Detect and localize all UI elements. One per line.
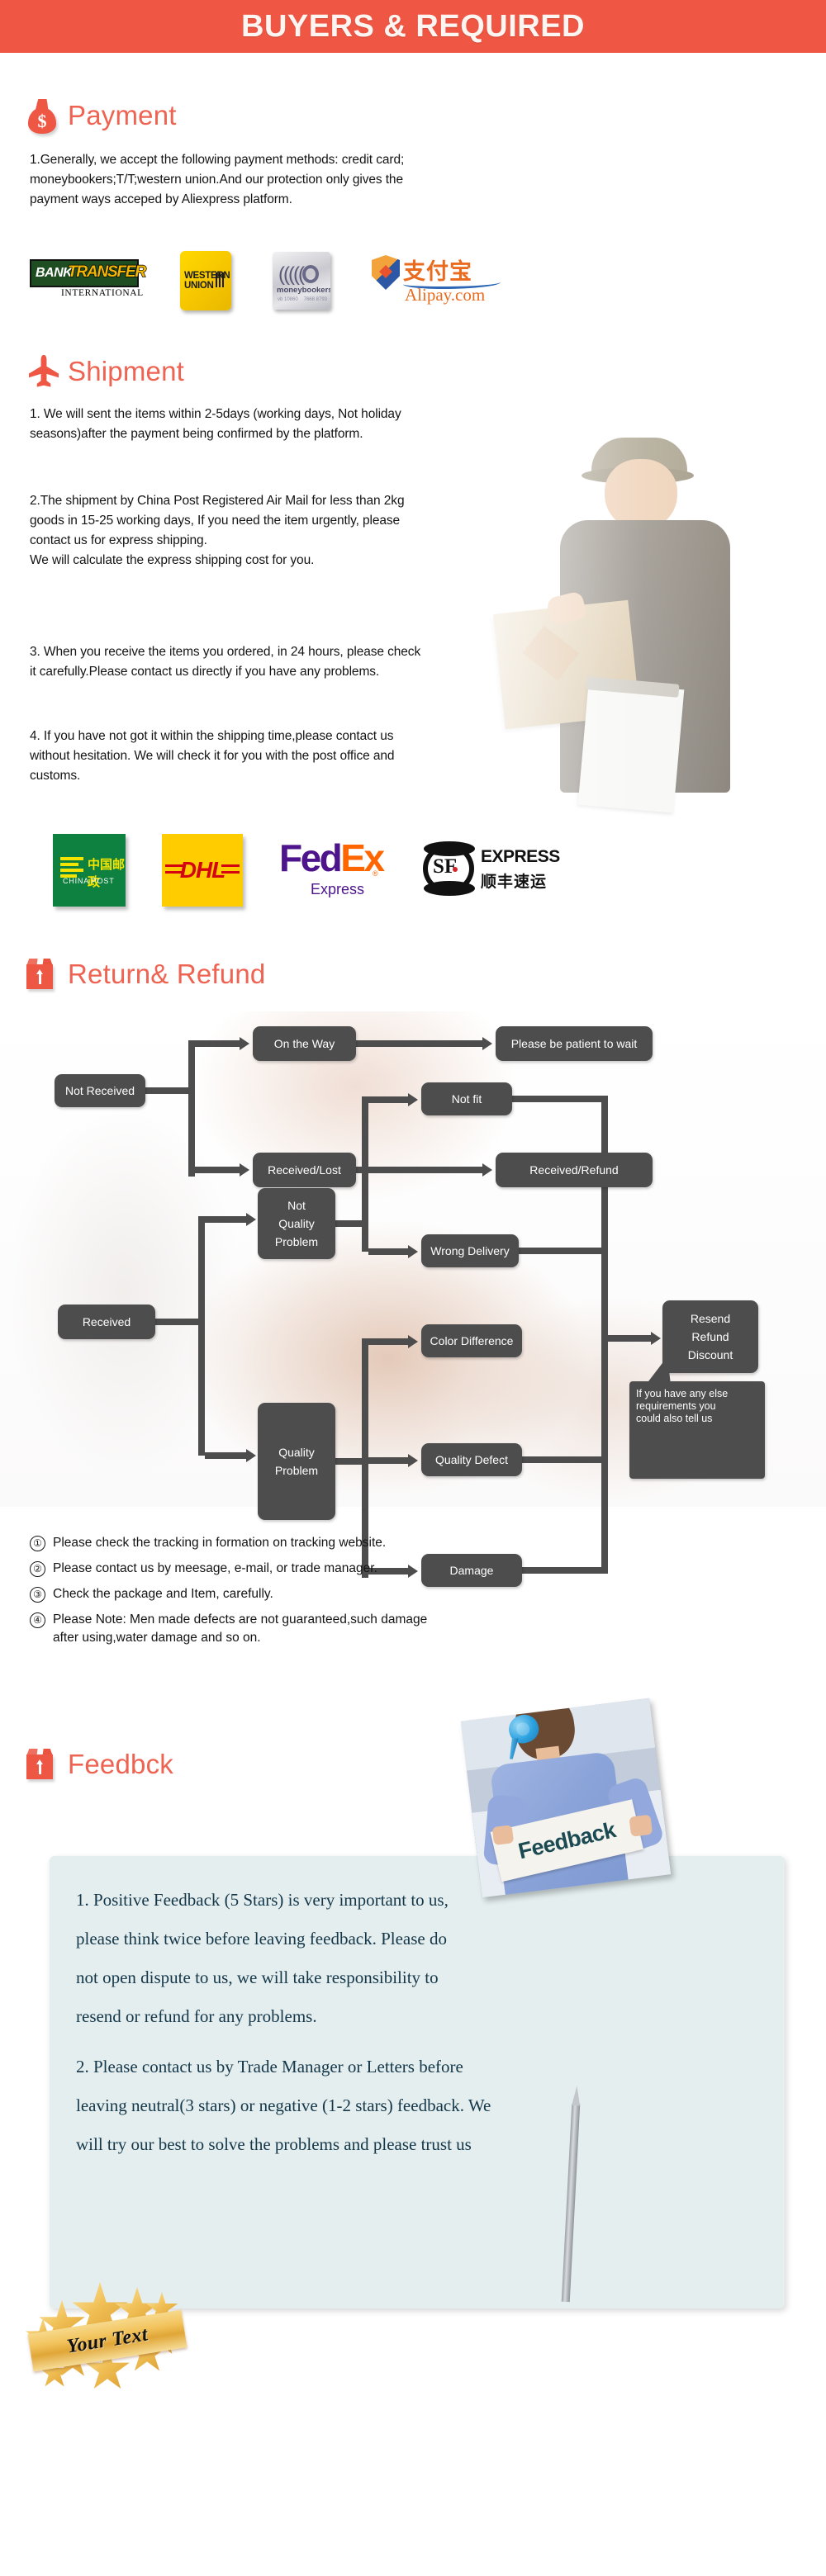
list-item: ① Please check the tracking in formation… [30,1534,790,1552]
flow-arrow-to-quality-defect [368,1454,418,1467]
box-icon [25,1746,58,1783]
moneybookers-small-right: 7668 8793 [303,297,327,302]
box-icon [25,956,58,992]
moneybookers-ring-icon [302,265,319,283]
shipment-paragraph-2: 2.The shipment by China Post Registered … [30,494,405,567]
shipping-logos: 中国邮政 CHINA POST DHL FedEx ® Express SF E… [53,832,560,908]
logo-dhl: DHL [162,834,243,907]
alipay-domain-word: Alipay.com [405,285,486,305]
flow-node-quality-problem: Quality Problem [258,1403,335,1520]
note-number-4: ④ [30,1612,45,1628]
flow-node-not-received: Not Received [55,1074,145,1107]
page-title: BUYERS & REQUIRED [241,8,585,44]
transfer-word: TRANSFER [67,263,146,281]
flow-arrow-to-color-difference [368,1335,418,1348]
dhl-word: DHL [179,857,226,883]
feedback-photo: Feedback [460,1698,672,1898]
flow-arrow-to-not-fit [368,1093,418,1106]
international-word: INTERNATIONAL [61,288,144,298]
flow-node-not-quality-problem: Not Quality Problem [258,1188,335,1259]
flow-node-not-fit: Not fit [421,1082,512,1115]
flow-arrow-to-received-lost [195,1163,249,1177]
flow-node-resend-refund-discount: Resend Refund Discount [662,1300,758,1373]
flow-node-received-lost: Received/Lost [253,1153,356,1187]
your-text-badge: Your Text [25,2280,190,2396]
flow-node-quality-defect: Quality Defect [421,1443,522,1476]
list-item: ② Please contact us by meesage, e-mail, … [30,1560,790,1578]
moneybookers-small-left: vb 10860 [278,297,298,302]
flow-arrow-to-wrong-delivery [368,1245,418,1258]
section-label-return-refund: Return& Refund [68,959,266,989]
sf-chinese-word: 顺丰速运 [481,873,548,891]
flow-node-wrong-delivery: Wrong Delivery [421,1234,519,1267]
note-text-4: Please Note: Men made defects are not gu… [53,1612,428,1645]
section-heading-payment: $ Payment [25,97,177,134]
page-header-bar: BUYERS & REQUIRED [0,0,826,53]
logo-bank-transfer: BANK TRANSFER INTERNATIONAL [30,259,147,302]
note-number-1: ① [30,1536,45,1551]
flow-arrow-to-on-the-way [195,1037,249,1050]
note-text-3: Check the package and Item, carefully. [53,1587,273,1601]
moneybookers-word: moneybookers [277,286,330,295]
flow-node-on-the-way: On the Way [253,1026,356,1061]
list-item: ③ Check the package and Item, carefully. [30,1585,790,1603]
fedex-registered-icon: ® [373,869,378,878]
section-label-payment: Payment [68,100,177,130]
alipay-shield-icon [372,255,400,290]
feedback-sign-text: Feedback [515,1816,618,1863]
logo-alipay: 支付宝 Alipay.com [372,255,504,306]
note-text-1: Please check the tracking in formation o… [53,1536,387,1550]
logo-china-post: 中国邮政 CHINA POST [53,834,126,907]
section-heading-feedback: Feedbck [25,1746,173,1783]
bank-word: BANK [36,266,73,280]
payment-logos: BANK TRANSFER INTERNATIONAL WESTERN UNIO… [30,248,504,314]
flow-arrow-to-not-quality-problem [205,1213,256,1226]
badge-text: Your Text [65,2323,150,2358]
fedex-express-word: Express [311,881,365,897]
logo-sf-express: SF EXPRESS 顺丰速运 [423,841,560,900]
flow-arrow-to-resend [608,1332,661,1345]
flow-node-please-wait: Please be patient to wait [496,1026,653,1061]
china-post-english: CHINA POST [63,877,115,885]
wu-bars-icon [216,272,224,287]
shipment-paragraph-4: 4. If you have not got it within the shi… [30,729,395,783]
fedex-fed-word: Fed [279,836,343,879]
flow-arrow-to-please-wait [356,1037,492,1050]
section-label-feedback: Feedbck [68,1749,173,1779]
section-heading-return-refund: Return& Refund [25,956,265,992]
china-post-emblem-icon [60,855,83,878]
money-bag-icon: $ [25,97,58,134]
sf-express-word: EXPRESS [481,847,560,866]
flow-arrow-to-received-refund [356,1163,492,1177]
flow-arrow-to-quality-problem [205,1449,256,1462]
buyers-required-page: BUYERS & REQUIRED $ Payment 1.Generally,… [0,0,826,2576]
flow-callout-extra-requirements: If you have any else requirements you co… [629,1381,765,1479]
section-label-shipment: Shipment [68,356,185,386]
logo-moneybookers: ((((( moneybookers vb 10860 7668 8793 [273,252,330,310]
flow-node-received-refund: Received/Refund [496,1153,653,1187]
section-heading-shipment: Shipment [25,353,184,390]
note-text-2: Please contact us by meesage, e-mail, or… [53,1561,377,1575]
list-item: ④ Please Note: Men made defects are not … [30,1611,790,1647]
shipment-paragraph-1: 1. We will sent the items within 2-5days… [30,407,401,441]
shipment-paragraph-3: 3. When you receive the items you ordere… [30,645,421,679]
logo-western-union: WESTERN UNION [180,251,231,310]
return-flow-diagram: Not Received On the Way Please be patien… [0,1011,826,1587]
push-pin-icon [505,1711,543,1761]
logo-fedex: FedEx ® Express [279,836,387,904]
note-number-2: ② [30,1561,45,1577]
callout-tail-icon [646,1357,671,1385]
sf-red-dot-icon [453,867,458,872]
note-number-3: ③ [30,1587,45,1603]
moneybookers-arcs-icon: ((((( [278,263,305,286]
airplane-icon [25,353,59,390]
feedback-paragraph-1: 1. Positive Feedback (5 Stars) is very i… [76,1890,449,2026]
flow-node-color-difference: Color Difference [421,1324,522,1357]
payment-body-text: 1.Generally, we accept the following pay… [30,153,405,206]
flow-node-received: Received [58,1305,155,1339]
feedback-paragraph-2: 2. Please contact us by Trade Manager or… [76,2057,491,2154]
return-notes-list: ① Please check the tracking in formation… [30,1534,790,1655]
